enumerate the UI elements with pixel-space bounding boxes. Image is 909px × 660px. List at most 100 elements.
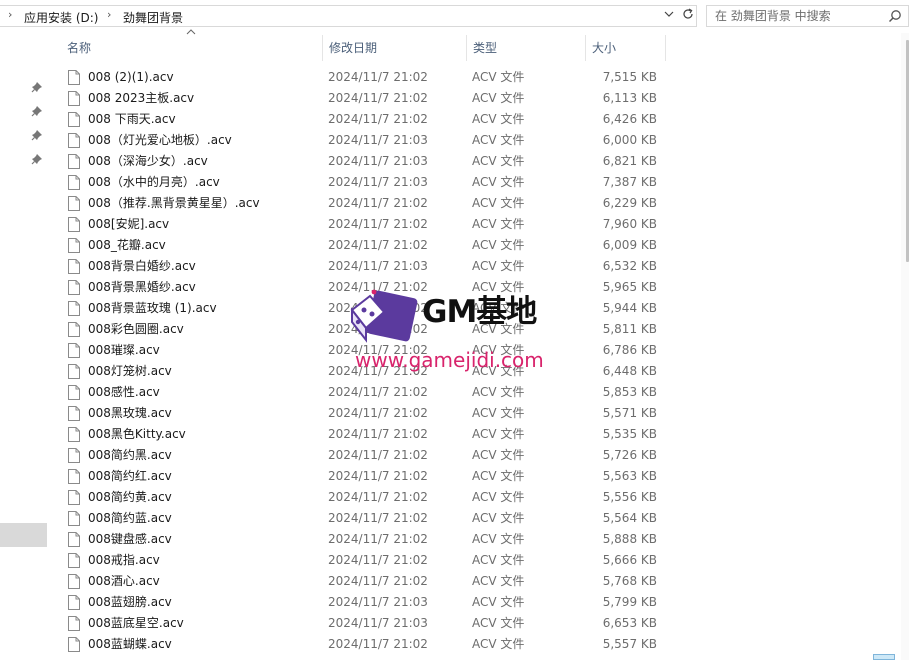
search-input[interactable]: [715, 8, 880, 24]
file-date: 2024/11/7 21:02: [328, 490, 428, 504]
file-row[interactable]: 008蓝蝴蝶.acv 2024/11/7 21:02 ACV 文件 5,557 …: [60, 634, 670, 655]
file-row[interactable]: 008蓝翅膀.acv 2024/11/7 21:03 ACV 文件 5,799 …: [60, 592, 670, 613]
file-icon: [68, 280, 80, 295]
file-row[interactable]: 008（灯光爱心地板）.acv 2024/11/7 21:03 ACV 文件 6…: [60, 130, 670, 151]
pin-icon[interactable]: [31, 81, 43, 93]
file-date: 2024/11/7 21:03: [328, 133, 428, 147]
file-type: ACV 文件: [472, 259, 525, 273]
file-size: 6,653 KB: [602, 616, 657, 630]
search-icon[interactable]: [888, 9, 902, 23]
chevron-right-icon[interactable]: ›: [8, 8, 12, 21]
file-row[interactable]: 008黑色Kitty.acv 2024/11/7 21:02 ACV 文件 5,…: [60, 424, 670, 445]
file-type: ACV 文件: [472, 427, 525, 441]
header-name[interactable]: 名称: [60, 33, 322, 63]
file-type: ACV 文件: [472, 490, 525, 504]
file-icon: [68, 322, 80, 337]
search-box[interactable]: [706, 5, 909, 27]
file-icon: [68, 70, 80, 85]
chevron-down-icon[interactable]: [660, 7, 678, 25]
file-row[interactable]: 008（推荐.黑背景黄星星）.acv 2024/11/7 21:02 ACV 文…: [60, 193, 670, 214]
file-size: 6,113 KB: [602, 91, 657, 105]
file-date: 2024/11/7 21:02: [328, 574, 428, 588]
file-size: 6,821 KB: [602, 154, 657, 168]
file-date: 2024/11/7 21:02: [328, 196, 428, 210]
column-divider[interactable]: [665, 35, 666, 61]
file-name: 008 (2)(1).acv: [88, 70, 174, 84]
file-name: 008蓝蝴蝶.acv: [88, 637, 172, 651]
file-row[interactable]: 008（水中的月亮）.acv 2024/11/7 21:03 ACV 文件 7,…: [60, 172, 670, 193]
file-row[interactable]: 008_花瓣.acv 2024/11/7 21:02 ACV 文件 6,009 …: [60, 235, 670, 256]
details-view-button[interactable]: [873, 654, 895, 660]
file-date: 2024/11/7 21:02: [328, 70, 428, 84]
file-size: 5,564 KB: [602, 511, 657, 525]
file-icon: [68, 91, 80, 106]
file-type: ACV 文件: [472, 637, 525, 651]
file-type: ACV 文件: [472, 154, 525, 168]
chevron-right-icon[interactable]: ›: [107, 8, 111, 21]
file-date: 2024/11/7 21:02: [328, 217, 428, 231]
file-row[interactable]: 008戒指.acv 2024/11/7 21:02 ACV 文件 5,666 K…: [60, 550, 670, 571]
file-icon: [68, 133, 80, 148]
file-icon: [68, 364, 80, 379]
pin-icon[interactable]: [31, 153, 43, 165]
file-name: 008_花瓣.acv: [88, 238, 166, 252]
refresh-icon[interactable]: [679, 7, 697, 25]
file-type: ACV 文件: [472, 616, 525, 630]
watermark-url: www.gamejidi.com: [355, 348, 544, 372]
file-icon: [68, 595, 80, 610]
watermark-brand: GM基地: [422, 294, 537, 330]
dice-cube-icon: [346, 282, 420, 349]
file-icon: [68, 574, 80, 589]
breadcrumb-drive[interactable]: 应用安装 (D:): [24, 9, 98, 26]
file-icon: [68, 469, 80, 484]
file-row[interactable]: 008蓝底星空.acv 2024/11/7 21:03 ACV 文件 6,653…: [60, 613, 670, 634]
file-icon: [68, 154, 80, 169]
file-type: ACV 文件: [472, 70, 525, 84]
file-icon: [68, 301, 80, 316]
file-size: 5,768 KB: [602, 574, 657, 588]
file-size: 6,009 KB: [602, 238, 657, 252]
file-icon: [68, 427, 80, 442]
file-name: 008璀璨.acv: [88, 343, 160, 357]
file-row[interactable]: 008简约黄.acv 2024/11/7 21:02 ACV 文件 5,556 …: [60, 487, 670, 508]
file-name: 008背景黑婚纱.acv: [88, 280, 196, 294]
file-date: 2024/11/7 21:02: [328, 469, 428, 483]
file-icon: [68, 553, 80, 568]
file-date: 2024/11/7 21:03: [328, 616, 428, 630]
file-size: 7,515 KB: [602, 70, 657, 84]
file-row[interactable]: 008感性.acv 2024/11/7 21:02 ACV 文件 5,853 K…: [60, 382, 670, 403]
file-row[interactable]: 008 (2)(1).acv 2024/11/7 21:02 ACV 文件 7,…: [60, 67, 670, 88]
file-row[interactable]: 008 2023主板.acv 2024/11/7 21:02 ACV 文件 6,…: [60, 88, 670, 109]
file-type: ACV 文件: [472, 574, 525, 588]
file-icon: [68, 637, 80, 652]
pin-icon[interactable]: [31, 105, 43, 117]
file-type: ACV 文件: [472, 91, 525, 105]
file-size: 5,853 KB: [602, 385, 657, 399]
file-row[interactable]: 008背景白婚纱.acv 2024/11/7 21:03 ACV 文件 6,53…: [60, 256, 670, 277]
header-type[interactable]: 类型: [466, 33, 586, 63]
nav-selected-item[interactable]: [0, 523, 47, 547]
file-type: ACV 文件: [472, 112, 525, 126]
file-type: ACV 文件: [472, 553, 525, 567]
file-row[interactable]: 008（深海少女）.acv 2024/11/7 21:03 ACV 文件 6,8…: [60, 151, 670, 172]
file-name: 008背景白婚纱.acv: [88, 259, 196, 273]
file-type: ACV 文件: [472, 469, 525, 483]
file-date: 2024/11/7 21:02: [328, 448, 428, 462]
file-row[interactable]: 008[安妮].acv 2024/11/7 21:02 ACV 文件 7,960…: [60, 214, 670, 235]
address-bar[interactable]: › 应用安装 (D:) › 劲舞团背景: [0, 5, 697, 27]
file-row[interactable]: 008键盘感.acv 2024/11/7 21:02 ACV 文件 5,888 …: [60, 529, 670, 550]
file-size: 5,965 KB: [602, 280, 657, 294]
file-row[interactable]: 008黑玫瑰.acv 2024/11/7 21:02 ACV 文件 5,571 …: [60, 403, 670, 424]
file-row[interactable]: 008简约红.acv 2024/11/7 21:02 ACV 文件 5,563 …: [60, 466, 670, 487]
pin-icon[interactable]: [31, 129, 43, 141]
file-name: 008 2023主板.acv: [88, 91, 195, 105]
file-row[interactable]: 008简约蓝.acv 2024/11/7 21:02 ACV 文件 5,564 …: [60, 508, 670, 529]
file-row[interactable]: 008酒心.acv 2024/11/7 21:02 ACV 文件 5,768 K…: [60, 571, 670, 592]
breadcrumb-folder[interactable]: 劲舞团背景: [123, 9, 183, 26]
header-size[interactable]: 大小: [585, 33, 665, 63]
file-name: 008蓝翅膀.acv: [88, 595, 172, 609]
file-row[interactable]: 008 下雨天.acv 2024/11/7 21:02 ACV 文件 6,426…: [60, 109, 670, 130]
file-size: 6,229 KB: [602, 196, 657, 210]
file-row[interactable]: 008简约黑.acv 2024/11/7 21:02 ACV 文件 5,726 …: [60, 445, 670, 466]
header-date[interactable]: 修改日期: [322, 33, 466, 63]
